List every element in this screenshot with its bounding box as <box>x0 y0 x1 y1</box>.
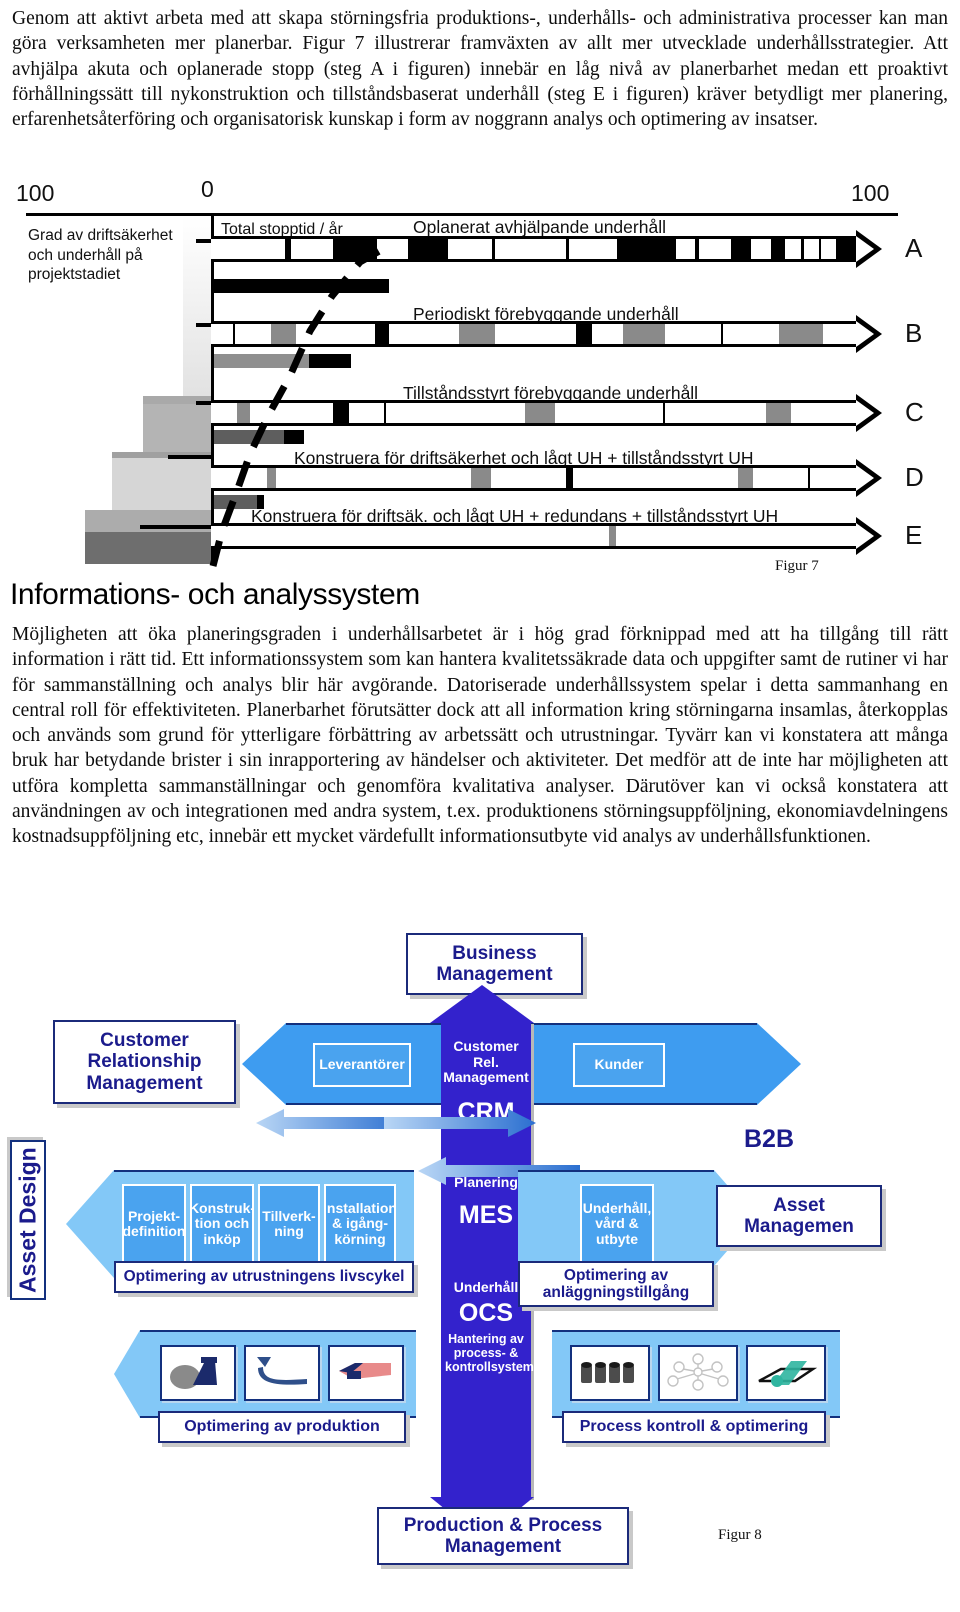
process-icon-rolls[interactable] <box>570 1345 650 1401</box>
lifecycle-stage-1[interactable]: Konstruk-tion och inköp <box>190 1184 254 1264</box>
maintenance-stage-label: Underhåll, vård & utbyte <box>582 1199 652 1247</box>
axis-tick-d <box>168 455 214 459</box>
row-title-a: Oplanerat avhjälpande underhåll <box>413 217 666 237</box>
planning-bar-a <box>214 279 389 293</box>
figure-8-system-architecture-diagram: Business Management Customer Relationshi… <box>0 925 960 1565</box>
lifecycle-stage-3-label: Installation & igång-körning <box>324 1199 396 1247</box>
stair-step-top <box>183 218 211 396</box>
body-paragraph: Möjligheten att öka planeringsgraden i u… <box>12 624 948 848</box>
optimize-lifecycle-box[interactable]: Optimering av utrustningens livscykel <box>114 1261 414 1293</box>
crm-column-subtitle: Customer Rel. Management <box>443 1038 529 1086</box>
row-letter-c: C <box>905 397 924 427</box>
paper-reel-icon <box>339 1363 391 1379</box>
optimize-asset-box[interactable]: Optimering av anläggningstillgång <box>518 1261 714 1307</box>
stair-step-3 <box>112 458 211 510</box>
customers-box[interactable]: Kunder <box>573 1043 665 1087</box>
bidirectional-arrow-upper <box>256 1109 536 1137</box>
arrow-right-customers <box>757 1023 801 1105</box>
suppliers-label: Leverantörer <box>319 1056 405 1073</box>
row-letter-e: E <box>905 520 923 550</box>
asset-management-label: Asset Managemen <box>744 1194 854 1237</box>
ocs-column-description: Hantering av process- & kontrollsystem <box>445 1332 534 1375</box>
process-icon-network[interactable] <box>658 1345 738 1401</box>
planning-bar-c-black <box>284 430 304 444</box>
process-control-box[interactable]: Process kontroll & optimering <box>562 1411 826 1443</box>
optimize-production-label: Optimering av produktion <box>184 1418 380 1436</box>
strategy-bar-e <box>211 517 882 555</box>
figure8-caption: Figur 8 <box>718 1527 762 1543</box>
lifecycle-stage-3[interactable]: Installation & igång-körning <box>324 1184 396 1264</box>
planning-bar-b-gray <box>214 354 309 368</box>
stair-step-4 <box>85 532 211 564</box>
customers-label: Kunder <box>594 1056 644 1073</box>
process-control-label: Process kontroll & optimering <box>579 1418 809 1436</box>
strategy-bar-b <box>211 315 882 353</box>
conveyor-icon <box>257 1357 307 1385</box>
row-letter-a: A <box>905 233 923 263</box>
crm-column-arrow-head <box>430 985 534 1023</box>
row-letter-b: B <box>905 318 923 348</box>
intro-paragraph: Genom att aktivt arbeta med att skapa st… <box>12 8 948 131</box>
strategy-bar-c <box>211 394 882 432</box>
business-management-label: Business Management <box>436 942 553 985</box>
process-icon-coating[interactable] <box>746 1345 826 1401</box>
axis-label-left-100: 100 <box>16 180 55 206</box>
suppliers-box[interactable]: Leverantörer <box>313 1043 411 1087</box>
axis-horizontal-line <box>26 213 898 216</box>
lifecycle-stage-2-label: Tillverk-ning <box>262 1207 316 1239</box>
production-icon-pulper[interactable] <box>160 1345 236 1401</box>
coating-blade-icon <box>758 1361 818 1387</box>
arrow-left-lifecycle <box>66 1170 114 1278</box>
rolls-icon <box>581 1362 634 1383</box>
planning-bar-b-black <box>309 354 351 368</box>
production-icon-reel[interactable] <box>328 1345 404 1401</box>
b2b-label: B2B <box>744 1125 795 1153</box>
asset-management-box[interactable]: Asset Managemen <box>716 1185 882 1247</box>
maintenance-stage-box[interactable]: Underhåll, vård & utbyte <box>580 1184 654 1264</box>
optimize-asset-label: Optimering av anläggningstillgång <box>542 1266 690 1301</box>
strategy-bar-a <box>211 230 882 268</box>
lifecycle-stage-0-label: Projekt-definition <box>122 1207 186 1239</box>
production-process-management-box[interactable]: Production & Process Management <box>377 1507 629 1565</box>
planning-bar-c-gray <box>214 430 284 444</box>
axis-tick-e <box>140 525 214 529</box>
page-title: Informations- och analyssystem <box>10 578 420 611</box>
crm-box-label: Customer Relationship Management <box>86 1030 203 1094</box>
lifecycle-stage-0[interactable]: Projekt-definition <box>122 1184 186 1264</box>
optimize-lifecycle-label: Optimering av utrustningens livscykel <box>123 1268 405 1286</box>
asset-design-label: Asset Design <box>10 1140 46 1300</box>
production-process-management-label: Production & Process Management <box>403 1514 603 1557</box>
network-nodes-icon <box>667 1353 729 1391</box>
pulper-icon <box>170 1357 217 1389</box>
arrow-left-suppliers <box>242 1023 286 1105</box>
figure-7-maintenance-strategy-diagram: 100 0 100 Grad av driftsäkerhet och unde… <box>0 176 960 576</box>
strategy-bar-d <box>211 459 882 497</box>
stair-step-2 <box>143 404 211 452</box>
axis-label-right-100: 100 <box>851 180 890 206</box>
arrow-left-production <box>114 1330 140 1418</box>
row-letter-d: D <box>905 462 924 492</box>
figure7-side-label: Grad av driftsäkerhet och underhåll på p… <box>28 227 173 283</box>
lifecycle-stage-2[interactable]: Tillverk-ning <box>258 1184 320 1264</box>
production-icon-conveyor[interactable] <box>244 1345 320 1401</box>
customer-relationship-management-box[interactable]: Customer Relationship Management <box>53 1020 236 1104</box>
lifecycle-stage-1-label: Konstruk-tion och inköp <box>190 1199 254 1247</box>
optimize-production-box[interactable]: Optimering av produktion <box>158 1411 406 1443</box>
axis-label-zero: 0 <box>201 176 214 202</box>
figure7-caption: Figur 7 <box>775 558 819 574</box>
